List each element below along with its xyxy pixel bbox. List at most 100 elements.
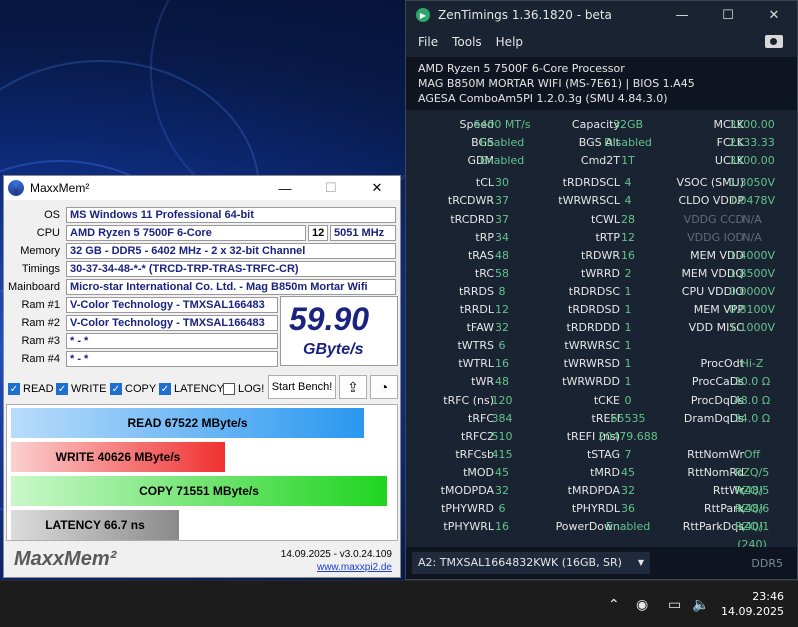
timing-value: 48.0 Ω bbox=[733, 393, 771, 407]
timing-value: 32 bbox=[495, 484, 509, 497]
timing-value: Enabled bbox=[479, 154, 525, 168]
timing-value: 1.1000V bbox=[728, 321, 775, 335]
speedometer-icon: ◔ bbox=[379, 379, 389, 395]
network-icon[interactable]: ▭ bbox=[668, 597, 681, 613]
mm-minimize-button[interactable]: — bbox=[262, 176, 308, 200]
mm-maximize-button[interactable]: ☐ bbox=[308, 176, 354, 200]
timing-value: 0.8100V bbox=[728, 303, 775, 316]
version-date: 14.09.2025 - v3.0.24.109 bbox=[280, 549, 392, 560]
timing-value: 48 bbox=[495, 375, 509, 389]
timing-value: 45 bbox=[495, 465, 509, 479]
zen-menubar: File Tools Help bbox=[406, 29, 797, 55]
maxxmem-window: MaxxMem² — ☐ ✕ OS MS Windows 11 Professi… bbox=[3, 175, 401, 578]
timing-value: 16 bbox=[495, 357, 509, 371]
dimm-select-value: A2: TMXSAL1664832KWK (16GB, SR) bbox=[418, 556, 622, 569]
ram3-label: Ram #3 bbox=[21, 335, 60, 347]
timing-value: 120 bbox=[491, 393, 513, 407]
timing-value: Off bbox=[743, 447, 761, 461]
agesa-version: AGESA ComboAm5PI 1.2.0.3g (SMU 4.84.3.0) bbox=[418, 92, 668, 105]
upload-icon: ⇪ bbox=[347, 378, 359, 395]
checkmark-icon: ✓ bbox=[159, 383, 171, 395]
timing-value: 3200.00 bbox=[729, 154, 775, 168]
write-result-bar: WRITE 40626 MByte/s bbox=[11, 442, 225, 472]
timing-value: 6 bbox=[498, 502, 506, 516]
checkmark-icon: ✓ bbox=[8, 383, 20, 395]
speedometer-button[interactable]: ◔ bbox=[370, 375, 398, 399]
timing-value: 6400 MT/s bbox=[473, 118, 531, 131]
timing-value: 30.0 Ω bbox=[733, 375, 771, 389]
timing-value: 510 bbox=[491, 429, 513, 443]
log-checkbox-label: LOG! bbox=[238, 383, 265, 395]
timing-value: 48 bbox=[495, 248, 509, 262]
read-result-bar: READ 67522 MByte/s bbox=[11, 408, 364, 438]
mainboard-value: Micro-star International Co. Ltd. - Mag … bbox=[66, 279, 396, 295]
website-link[interactable]: www.maxxpi2.de bbox=[281, 561, 392, 574]
copy-checkbox[interactable]: ✓ COPY bbox=[110, 383, 156, 395]
log-checkbox[interactable]: LOG! bbox=[223, 383, 264, 395]
cpu-value: AMD Ryzen 5 7500F 6-Core bbox=[66, 225, 306, 241]
start-bench-button[interactable]: Start Bench! bbox=[268, 375, 336, 399]
dimm-select[interactable]: A2: TMXSAL1664832KWK (16GB, SR) ▼ bbox=[412, 552, 650, 574]
minimize-button[interactable]: — bbox=[659, 1, 705, 29]
screenshot-camera-icon[interactable] bbox=[765, 35, 783, 48]
mm-title: MaxxMem² bbox=[30, 181, 90, 195]
timings-label: Timings bbox=[21, 263, 60, 275]
chevron-down-icon: ▼ bbox=[637, 558, 644, 567]
empty-checkbox-icon bbox=[223, 383, 235, 395]
ram3-value: * - * bbox=[66, 333, 278, 349]
ddr-type: DDR5 bbox=[751, 557, 783, 570]
timing-value: 32 bbox=[495, 321, 509, 335]
cpu-label: CPU bbox=[36, 227, 60, 239]
timing-value: 2133.33 bbox=[729, 136, 775, 150]
write-checkbox[interactable]: ✓ WRITE bbox=[56, 383, 106, 395]
timing-value: 30 bbox=[495, 176, 509, 190]
timing-value: Hi-Z bbox=[740, 357, 764, 371]
upload-button[interactable]: ⇪ bbox=[339, 375, 367, 399]
os-value: MS Windows 11 Professional 64-bit bbox=[66, 207, 396, 223]
read-checkbox[interactable]: ✓ READ bbox=[8, 383, 54, 395]
timing-value: RZQ/5 (48) bbox=[734, 484, 770, 515]
ram4-label: Ram #4 bbox=[21, 353, 60, 365]
timing-value: 0.0000V bbox=[728, 284, 775, 298]
timing-value: 384 bbox=[491, 411, 513, 425]
latency-result-bar: LATENCY 66.7 ns bbox=[11, 510, 179, 540]
cpu-clock: 5051 MHz bbox=[330, 225, 396, 241]
ram1-value: V-Color Technology - TMXSAL166483 bbox=[66, 297, 278, 313]
maxxmem-logo-icon bbox=[8, 180, 24, 196]
timing-value: RZQ/6 (40) bbox=[734, 502, 770, 534]
total-speed-value: 59.90 bbox=[289, 301, 370, 337]
taskbar: ⌃ ◉ ▭ 🔈 23:46 14.09.2025 bbox=[0, 580, 798, 627]
timing-value: 6 bbox=[498, 339, 506, 353]
timing-value: 1 bbox=[624, 339, 632, 353]
volume-icon[interactable]: 🔈 bbox=[692, 597, 709, 613]
latency-checkbox-label: LATENCY bbox=[174, 383, 224, 395]
timing-value: 58 bbox=[495, 266, 509, 280]
menu-help[interactable]: Help bbox=[496, 35, 523, 49]
timing-value: 37 bbox=[495, 212, 509, 226]
total-speed-unit: GByte/s bbox=[303, 341, 364, 358]
write-checkbox-label: WRITE bbox=[71, 383, 107, 395]
latency-checkbox[interactable]: ✓ LATENCY bbox=[159, 383, 224, 395]
read-checkbox-label: READ bbox=[23, 383, 54, 395]
maximize-button[interactable]: ☐ bbox=[705, 1, 751, 29]
chevron-up-icon[interactable]: ⌃ bbox=[608, 597, 620, 613]
close-button[interactable]: ✕ bbox=[751, 1, 797, 29]
timing-value: 3200.00 bbox=[729, 118, 775, 131]
maxxmem-brand-logo: MaxxMem² bbox=[14, 548, 117, 570]
copy-checkbox-label: COPY bbox=[125, 383, 157, 395]
timing-value: 1.8500V bbox=[728, 266, 775, 280]
cpu-name: AMD Ryzen 5 7500F 6-Core Processor bbox=[418, 62, 625, 75]
menu-tools[interactable]: Tools bbox=[452, 35, 482, 49]
system-clock[interactable]: 23:46 14.09.2025 bbox=[721, 589, 784, 619]
menu-file[interactable]: File bbox=[418, 35, 438, 49]
system-info: AMD Ryzen 5 7500F 6-Core Processor MAG B… bbox=[406, 57, 797, 110]
mainboard-label: Mainboard bbox=[8, 281, 60, 293]
steam-icon[interactable]: ◉ bbox=[636, 597, 648, 613]
timing-value: 12 bbox=[495, 303, 509, 316]
memory-value: 32 GB - DDR5 - 6402 MHz - 2 x 32-bit Cha… bbox=[66, 243, 396, 259]
mm-close-button[interactable]: ✕ bbox=[354, 176, 400, 200]
total-speed-panel: 59.90 GByte/s bbox=[280, 296, 398, 366]
timing-value: 1.4000V bbox=[728, 248, 775, 262]
timing-value: Enabled bbox=[479, 136, 525, 150]
mm-footer: MaxxMem² 14.09.2025 - v3.0.24.109 www.ma… bbox=[6, 544, 398, 577]
